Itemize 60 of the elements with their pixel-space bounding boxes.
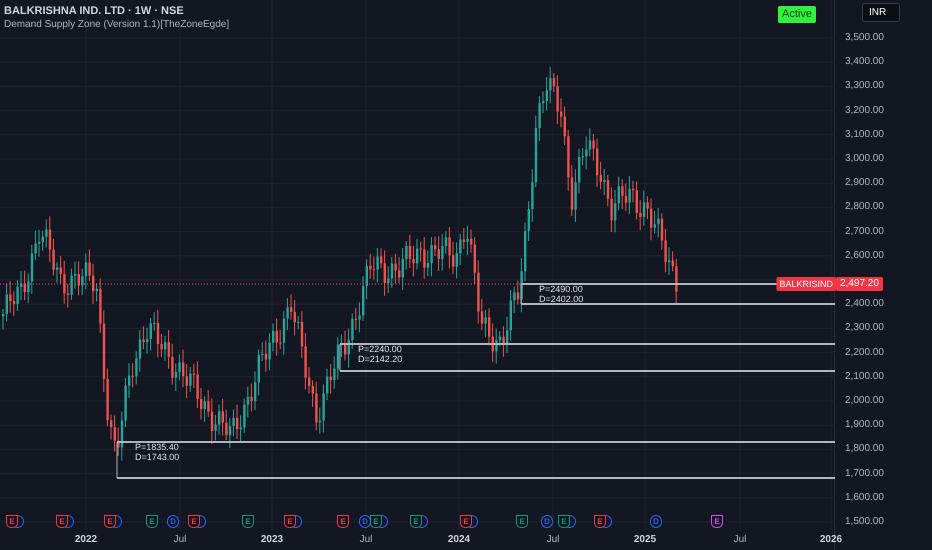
symbol-tag: BALKRISIND [776, 277, 836, 291]
time-axis-label: Jul [360, 533, 372, 547]
price-axis-label: 2,200.00 [845, 346, 884, 359]
zone-demand-label: D=2402.00 [539, 295, 584, 304]
price-axis-label: 1,500.00 [845, 516, 884, 528]
price-axis-label: 1,700.00 [845, 468, 884, 480]
price-axis-label: 2,800.00 [845, 201, 884, 214]
price-axis-label: 3,000.00 [845, 153, 884, 165]
indicator-name: Demand Supply Zone (Version 1.1)[TheZoneEgde] [4, 18, 230, 31]
time-axis-label: 2025 [634, 533, 656, 547]
status-badge: Active [778, 6, 816, 23]
time-axis-label: 2024 [448, 533, 470, 547]
price-axis-label: 3,200.00 [845, 104, 884, 117]
event-marker[interactable]: E [6, 515, 18, 528]
event-marker[interactable]: D [541, 515, 553, 528]
price-axis-label: 2,100.00 [845, 370, 884, 383]
time-axis-label: 2026 [820, 533, 842, 547]
event-marker[interactable]: E [558, 515, 570, 528]
zone-demand-label: D=1743.00 [135, 453, 180, 462]
event-marker[interactable]: E [284, 515, 296, 528]
price-axis-label: 1,900.00 [845, 419, 884, 432]
last-price-tag: 2,497.20 [836, 277, 883, 291]
symbol-title: BALKRISHNA IND. LTD · 1W · NSE [4, 5, 185, 18]
time-axis-label: Jul [734, 533, 746, 547]
event-marker[interactable]: E [711, 515, 723, 528]
time-axis-label: 2022 [74, 533, 98, 547]
event-marker[interactable]: E [146, 515, 158, 528]
time-axis-label: Jul [546, 533, 560, 547]
price-axis-label: 2,600.00 [845, 250, 884, 262]
price-axis-label: 3,300.00 [845, 80, 884, 92]
time-axis-label: 2023 [260, 533, 284, 547]
price-axis-label: 3,100.00 [845, 128, 884, 141]
event-marker[interactable]: E [460, 515, 472, 528]
price-axis-label: 1,800.00 [845, 443, 884, 456]
price-axis-label: 3,500.00 [845, 32, 884, 44]
event-marker[interactable]: D [359, 515, 371, 528]
price-axis-label: 2,700.00 [845, 226, 884, 238]
event-marker[interactable]: E [104, 515, 116, 528]
event-marker[interactable]: E [242, 515, 254, 528]
price-axis-label: 2,400.00 [845, 298, 884, 310]
event-marker[interactable]: E [337, 515, 349, 528]
price-axis-label: 1,600.00 [845, 492, 884, 504]
zone-demand-label: D=2142.20 [358, 355, 402, 364]
event-marker[interactable]: E [410, 515, 422, 528]
event-marker[interactable]: E [56, 515, 68, 528]
event-marker[interactable]: E [516, 515, 528, 528]
event-marker[interactable]: E [594, 515, 606, 528]
zone-price-label: P=1835.40 [135, 443, 180, 452]
zone-price-label: P=2240.00 [358, 345, 402, 354]
currency-button[interactable]: INR [862, 3, 900, 22]
price-axis-label: 2,000.00 [845, 395, 884, 407]
event-marker[interactable]: D [167, 515, 179, 528]
event-marker[interactable]: D [650, 515, 662, 528]
price-axis-label: 2,900.00 [845, 177, 884, 190]
event-marker[interactable]: E [370, 515, 382, 528]
time-axis-label: Jul [174, 533, 186, 547]
event-marker[interactable]: E [188, 515, 200, 528]
zone-price-label: P=2490.00 [539, 285, 584, 294]
price-axis-label: 2,300.00 [845, 322, 884, 334]
price-axis-label: 3,400.00 [845, 56, 884, 68]
